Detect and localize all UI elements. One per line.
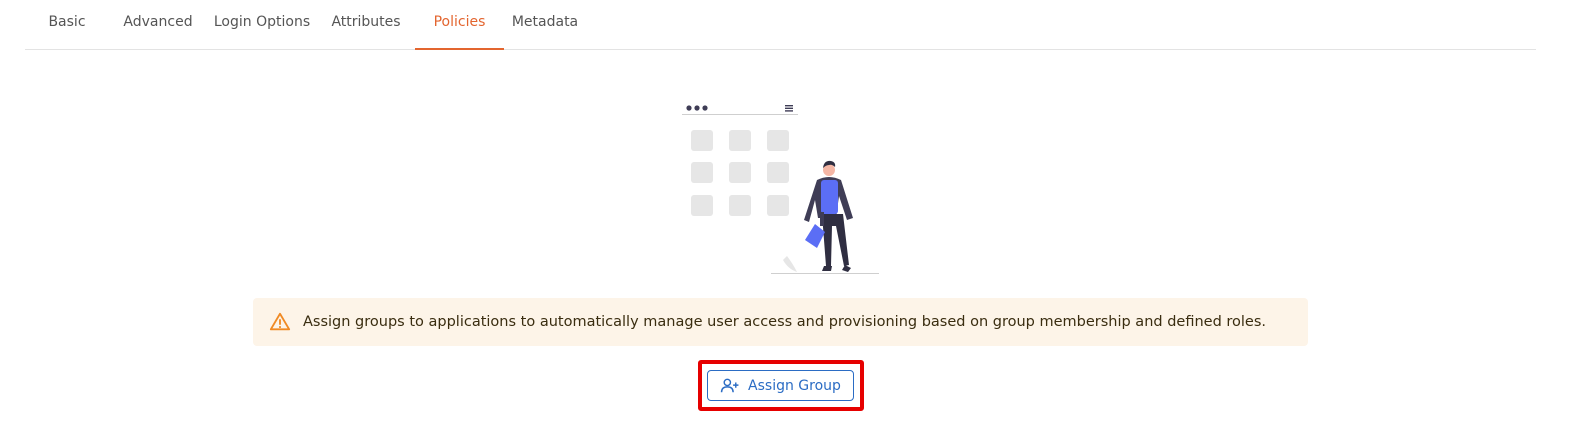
- assign-group-label: Assign Group: [748, 377, 841, 394]
- tab-metadata[interactable]: Metadata: [510, 0, 580, 50]
- tab-login-options[interactable]: Login Options: [213, 0, 311, 50]
- warning-triangle-icon: [269, 312, 291, 331]
- info-banner: Assign groups to applications to automat…: [253, 298, 1308, 346]
- assign-group-button[interactable]: Assign Group: [707, 370, 854, 401]
- empty-state-illustration: [675, 98, 885, 278]
- banner-message: Assign groups to applications to automat…: [303, 314, 1267, 330]
- tab-attributes[interactable]: Attributes: [328, 0, 404, 50]
- user-plus-icon: [720, 378, 739, 392]
- tab-advanced[interactable]: Advanced: [119, 0, 197, 50]
- tab-basic[interactable]: Basic: [39, 0, 95, 50]
- tab-bar: Basic Advanced Login Options Attributes …: [25, 0, 1536, 50]
- tab-policies[interactable]: Policies: [415, 0, 504, 50]
